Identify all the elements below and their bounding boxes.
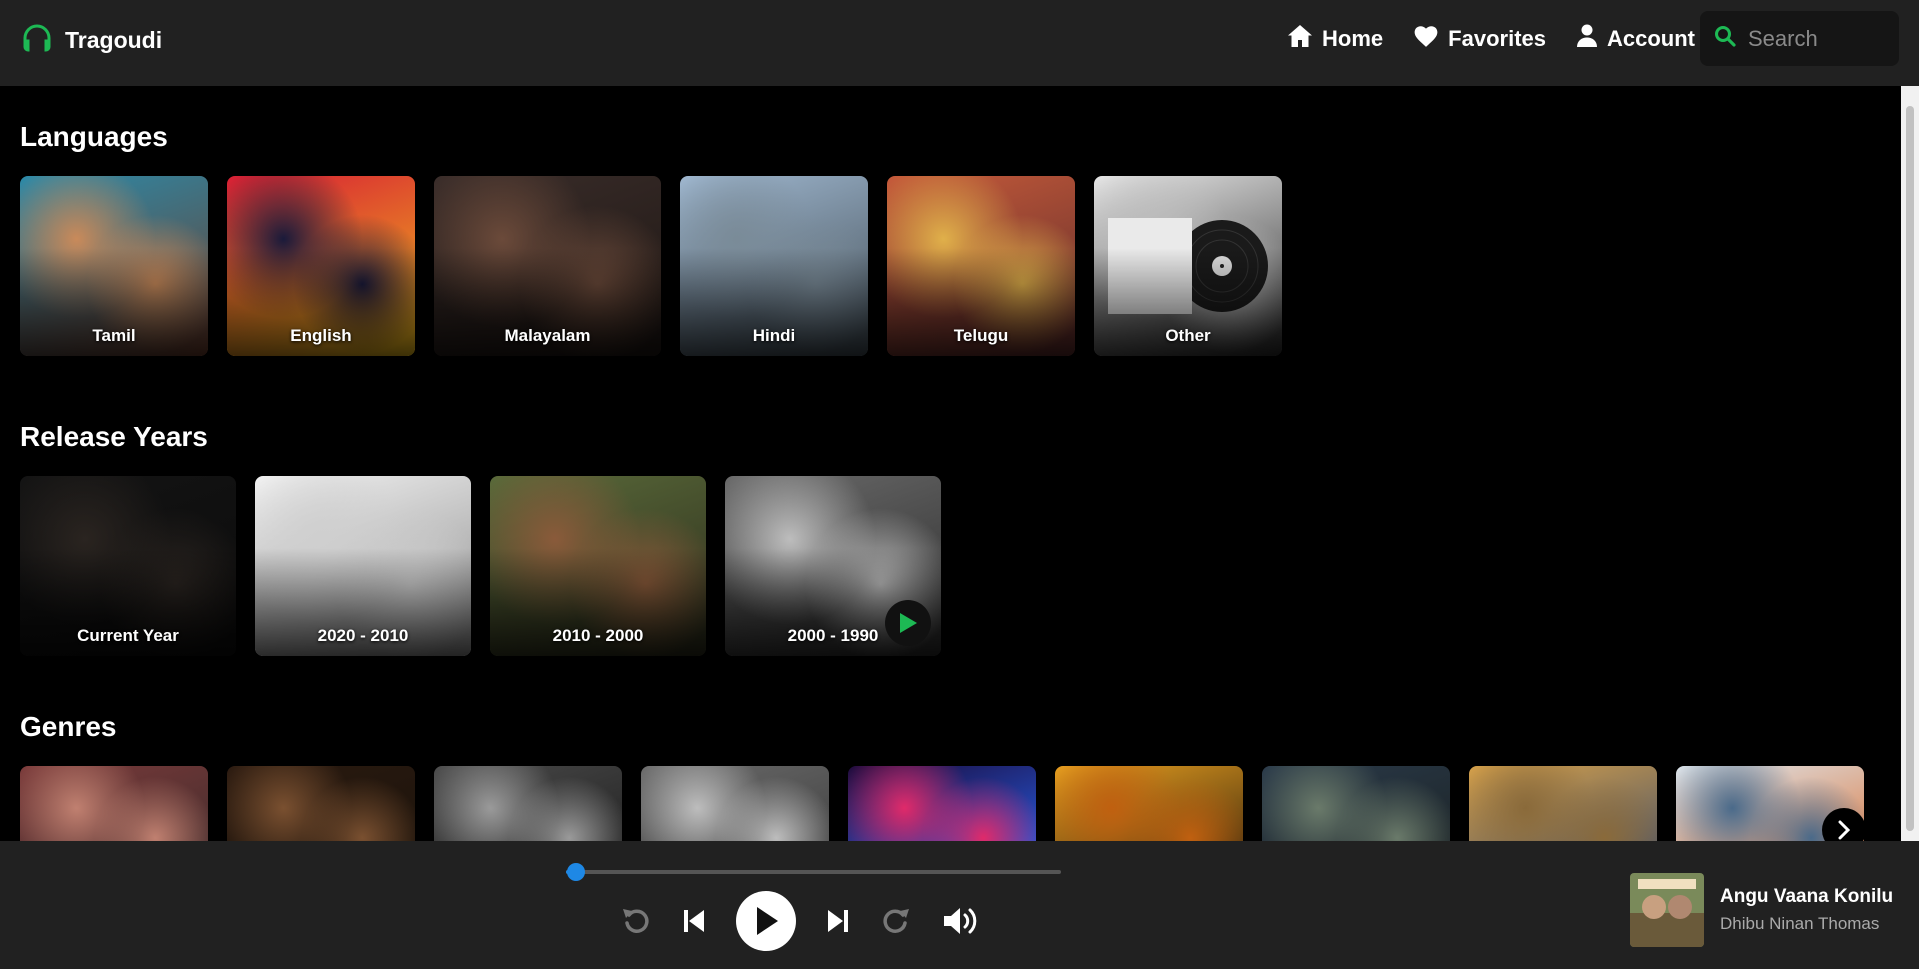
rotate-left-icon <box>623 909 649 933</box>
release-years-title: Release Years <box>20 421 208 452</box>
genre-card[interactable] <box>1055 766 1243 841</box>
genres-row <box>20 766 1883 841</box>
player-controls <box>620 891 982 951</box>
card-artwork <box>1469 766 1657 841</box>
genre-card[interactable] <box>227 766 415 841</box>
release-years-row: Current Year 2020 - 2010 2010 - 2000 200… <box>20 476 960 656</box>
replay-button[interactable] <box>620 905 652 937</box>
rotate-right-icon <box>883 909 909 933</box>
play-icon <box>900 613 917 633</box>
skip-forward-icon <box>828 910 848 932</box>
nav-favorites-label: Favorites <box>1448 26 1546 51</box>
track-artist: Dhibu Ninan Thomas <box>1720 914 1880 933</box>
year-card-2020-2010[interactable]: 2020 - 2010 <box>255 476 471 656</box>
nav-account-label: Account <box>1607 26 1695 51</box>
page-scrollbar[interactable] <box>1901 86 1919 841</box>
card-artwork <box>434 766 622 841</box>
card-label: 2010 - 2000 <box>552 626 644 645</box>
heart-icon <box>1413 24 1439 54</box>
scrollbar-thumb[interactable] <box>1906 106 1914 831</box>
card-label: Hindi <box>752 326 796 345</box>
track-title: Angu Vaana Konilu <box>1720 886 1894 907</box>
brand[interactable]: Tragoudi <box>19 20 162 61</box>
card-artwork <box>1262 766 1450 841</box>
card-label: Malayalam <box>504 326 591 345</box>
year-card-current[interactable]: Current Year <box>20 476 236 656</box>
card-label: Tamil <box>92 326 136 345</box>
card-artwork <box>20 766 208 841</box>
headphones-icon <box>19 20 55 61</box>
card-artwork <box>641 766 829 841</box>
nav-home-label: Home <box>1322 26 1384 51</box>
progress-thumb[interactable] <box>566 863 585 881</box>
play-icon <box>757 907 778 935</box>
search-input[interactable] <box>1748 25 1888 52</box>
language-card-english[interactable]: English <box>227 176 415 356</box>
play-button[interactable] <box>736 891 796 951</box>
card-label: Current Year <box>77 626 179 645</box>
nav-favorites[interactable]: Favorites <box>1413 24 1546 54</box>
language-card-tamil[interactable]: Tamil <box>20 176 208 356</box>
genre-card[interactable] <box>434 766 622 841</box>
now-playing-artwork <box>1630 873 1704 947</box>
skip-back-icon <box>684 910 704 932</box>
search-icon <box>1714 25 1736 52</box>
volume-icon <box>944 908 977 934</box>
next-button[interactable] <box>826 907 850 935</box>
chevron-right-icon <box>1838 820 1851 840</box>
card-artwork <box>848 766 1036 841</box>
now-playing-info: Angu Vaana Konilu Dhibu Ninan Thomas <box>1720 886 1893 934</box>
card-artwork <box>227 766 415 841</box>
home-icon <box>1287 24 1313 54</box>
genre-card[interactable] <box>1469 766 1657 841</box>
user-icon <box>1576 24 1598 54</box>
language-card-telugu[interactable]: Telugu <box>887 176 1075 356</box>
card-label: Other <box>1165 326 1211 345</box>
languages-title: Languages <box>20 121 168 152</box>
search-box[interactable] <box>1700 11 1899 66</box>
top-header: Tragoudi Home Favorites Account <box>0 0 1919 86</box>
card-label: 2020 - 2010 <box>317 626 409 645</box>
card-play-button[interactable] <box>885 600 931 646</box>
language-card-hindi[interactable]: Hindi <box>680 176 868 356</box>
previous-button[interactable] <box>682 907 706 935</box>
main-nav: Home Favorites Account <box>1287 24 1695 54</box>
card-label: Telugu <box>953 326 1009 345</box>
genre-card[interactable] <box>848 766 1036 841</box>
nav-home[interactable]: Home <box>1287 24 1383 54</box>
nav-account[interactable]: Account <box>1576 24 1695 54</box>
year-card-2010-2000[interactable]: 2010 - 2000 <box>490 476 706 656</box>
card-artwork <box>1055 766 1243 841</box>
progress-bar[interactable] <box>566 863 1061 881</box>
volume-button[interactable] <box>942 905 982 937</box>
language-card-malayalam[interactable]: Malayalam <box>434 176 661 356</box>
genres-title: Genres <box>20 711 117 742</box>
languages-row: Tamil English Malayalam Hindi Telugu Oth… <box>20 176 1301 356</box>
language-card-other[interactable]: Other <box>1094 176 1282 356</box>
main-content: Languages Tamil English Malayalam Hindi … <box>0 86 1900 841</box>
player-bar: Angu Vaana Konilu Dhibu Ninan Thomas <box>0 841 1919 969</box>
album-art-image <box>1630 873 1704 947</box>
now-playing[interactable]: Angu Vaana Konilu Dhibu Ninan Thomas <box>1630 873 1893 947</box>
brand-name: Tragoudi <box>65 27 163 53</box>
genre-card[interactable] <box>641 766 829 841</box>
genre-card[interactable] <box>1262 766 1450 841</box>
forward-button[interactable] <box>880 905 912 937</box>
year-card-2000-1990[interactable]: 2000 - 1990 <box>725 476 941 656</box>
genre-card[interactable] <box>20 766 208 841</box>
card-label: English <box>290 326 352 345</box>
